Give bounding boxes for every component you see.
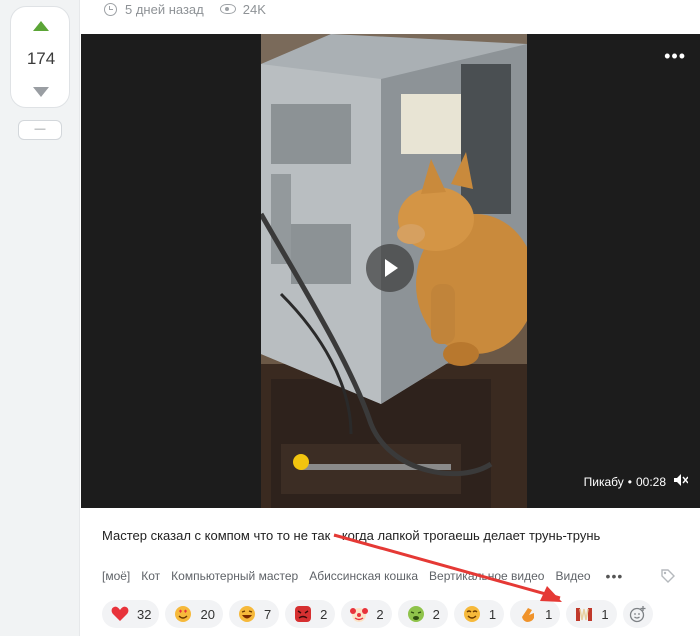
- tag-list: [моё] Кот Компьютерный мастер Абиссинска…: [102, 568, 623, 584]
- reaction-clown[interactable]: 2: [341, 600, 392, 628]
- play-icon[interactable]: [366, 244, 414, 292]
- tag-item[interactable]: Кот: [141, 569, 160, 583]
- clap-hands-icon: [522, 608, 535, 622]
- reaction-in-love[interactable]: 20: [165, 600, 223, 628]
- clown-face-icon: [350, 608, 369, 622]
- post-meta: 5 дней назад 24K: [104, 0, 266, 18]
- reaction-bar: 32 20 7 2 2 2 1 1 1: [102, 600, 653, 628]
- sick-face-icon: [407, 606, 424, 622]
- video-badge: Пикабу • 00:28: [583, 474, 689, 489]
- reaction-count: 2: [320, 606, 328, 622]
- collapse-button[interactable]: —: [18, 120, 62, 140]
- accordion-icon: [576, 608, 593, 621]
- vote-box: 174: [10, 6, 70, 108]
- angry-face-icon: [295, 606, 312, 622]
- reaction-count: 1: [488, 606, 497, 622]
- more-dots-icon[interactable]: •••: [664, 47, 686, 65]
- reaction-count: 2: [432, 606, 440, 622]
- clock-icon: [104, 2, 117, 16]
- video-brand: Пикабу: [583, 474, 624, 489]
- heart-icon: [111, 606, 129, 621]
- reaction-count: 1: [601, 606, 609, 622]
- reaction-sick[interactable]: 2: [397, 600, 448, 628]
- reaction-count: 32: [137, 606, 152, 622]
- reaction-count: 1: [545, 606, 553, 622]
- reaction-laughing[interactable]: 7: [228, 600, 280, 628]
- add-reaction-button[interactable]: [622, 600, 653, 628]
- downvote-arrow-icon[interactable]: [33, 87, 49, 97]
- reaction-count: 7: [263, 606, 272, 622]
- eye-icon: [219, 4, 236, 14]
- mute-icon[interactable]: [674, 474, 689, 489]
- reaction-clap[interactable]: 1: [510, 600, 561, 628]
- reaction-heart[interactable]: 32: [102, 600, 160, 628]
- reaction-count: 2: [376, 606, 384, 622]
- post-time: 5 дней назад: [125, 1, 204, 17]
- in-love-face-icon: [175, 606, 192, 622]
- tag-item[interactable]: Вертикальное видео: [429, 569, 544, 583]
- reaction-angry[interactable]: 2: [285, 600, 336, 628]
- rating-rail: 174 —: [0, 0, 80, 636]
- smiling-face-icon: [463, 606, 480, 622]
- post-description: Мастер сказал с компом что то не так - к…: [102, 528, 601, 543]
- add-reaction-icon: [629, 606, 646, 623]
- rating-score: 174: [26, 49, 56, 68]
- view-count: 24K: [242, 1, 266, 17]
- tag-item[interactable]: [моё]: [102, 569, 130, 583]
- laughing-face-icon: [238, 606, 255, 622]
- video-player[interactable]: ••• Пикабу • 00:28: [81, 34, 700, 508]
- reaction-accordion[interactable]: 1: [566, 600, 617, 628]
- reaction-count: 20: [200, 606, 215, 622]
- tag-item[interactable]: Компьютерный мастер: [171, 569, 298, 583]
- reaction-smiling[interactable]: 1: [453, 600, 505, 628]
- tags-more-button[interactable]: •••: [606, 568, 624, 584]
- badge-separator: •: [627, 474, 632, 489]
- tag-icon[interactable]: [660, 568, 676, 589]
- upvote-arrow-icon[interactable]: [33, 21, 49, 31]
- video-duration: 00:28: [635, 474, 666, 489]
- tag-item[interactable]: Видео: [555, 569, 590, 583]
- tag-item[interactable]: Абиссинская кошка: [309, 569, 418, 583]
